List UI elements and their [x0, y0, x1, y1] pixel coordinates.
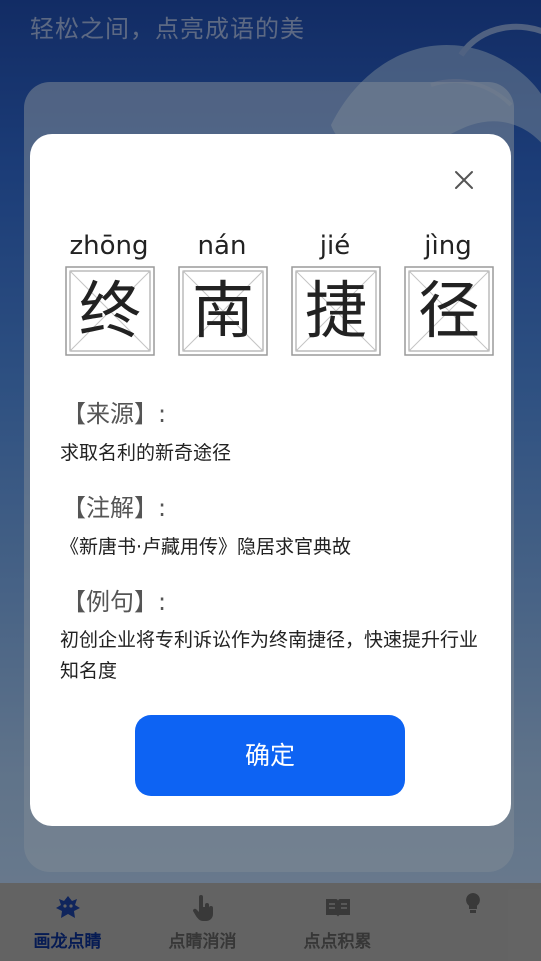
- idiom-char: 终: [78, 274, 141, 347]
- idiom-char-4: jìng 径: [404, 226, 494, 356]
- source-text: 求取名利的新奇途径: [60, 442, 232, 464]
- pinyin: nán: [197, 231, 247, 261]
- pinyin: jié: [319, 231, 351, 261]
- tian-grid-box: 径: [404, 266, 494, 356]
- example-text: 初创企业将专利诉讼作为终南捷径，快速提升行业知名度: [60, 629, 479, 682]
- idiom-char-1: zhōng 终: [65, 226, 155, 356]
- confirm-button[interactable]: 确定: [135, 715, 405, 796]
- idiom-characters: zhōng 终 nán 南 jié 捷 jìng 径: [63, 226, 495, 356]
- idiom-char-2: nán 南: [178, 226, 268, 356]
- idiom-char: 南: [191, 274, 254, 347]
- idiom-detail-dialog: zhōng 终 nán 南 jié 捷 jìng 径 【来源】: 求取名利的新奇…: [30, 134, 511, 826]
- idiom-char-3: jié 捷: [291, 226, 381, 356]
- tian-grid-box: 捷: [291, 266, 381, 356]
- note-text: 《新唐书·卢藏用传》隐居求官典故: [60, 536, 352, 558]
- pinyin: jìng: [424, 231, 472, 261]
- close-icon[interactable]: [452, 168, 476, 192]
- example-title: 【例句】:: [62, 588, 167, 616]
- note-title: 【注解】:: [62, 494, 167, 522]
- idiom-char: 捷: [304, 274, 367, 347]
- pinyin: zhōng: [69, 231, 149, 261]
- source-title: 【来源】:: [62, 400, 167, 428]
- tian-grid-box: 南: [178, 266, 268, 356]
- idiom-char: 径: [417, 274, 480, 347]
- tian-grid-box: 终: [65, 266, 155, 356]
- app-screen: 轻松之间，点亮成语的美 画龙点睛 点睛消消 点点积累 zhōng 终 nán 南…: [0, 0, 541, 961]
